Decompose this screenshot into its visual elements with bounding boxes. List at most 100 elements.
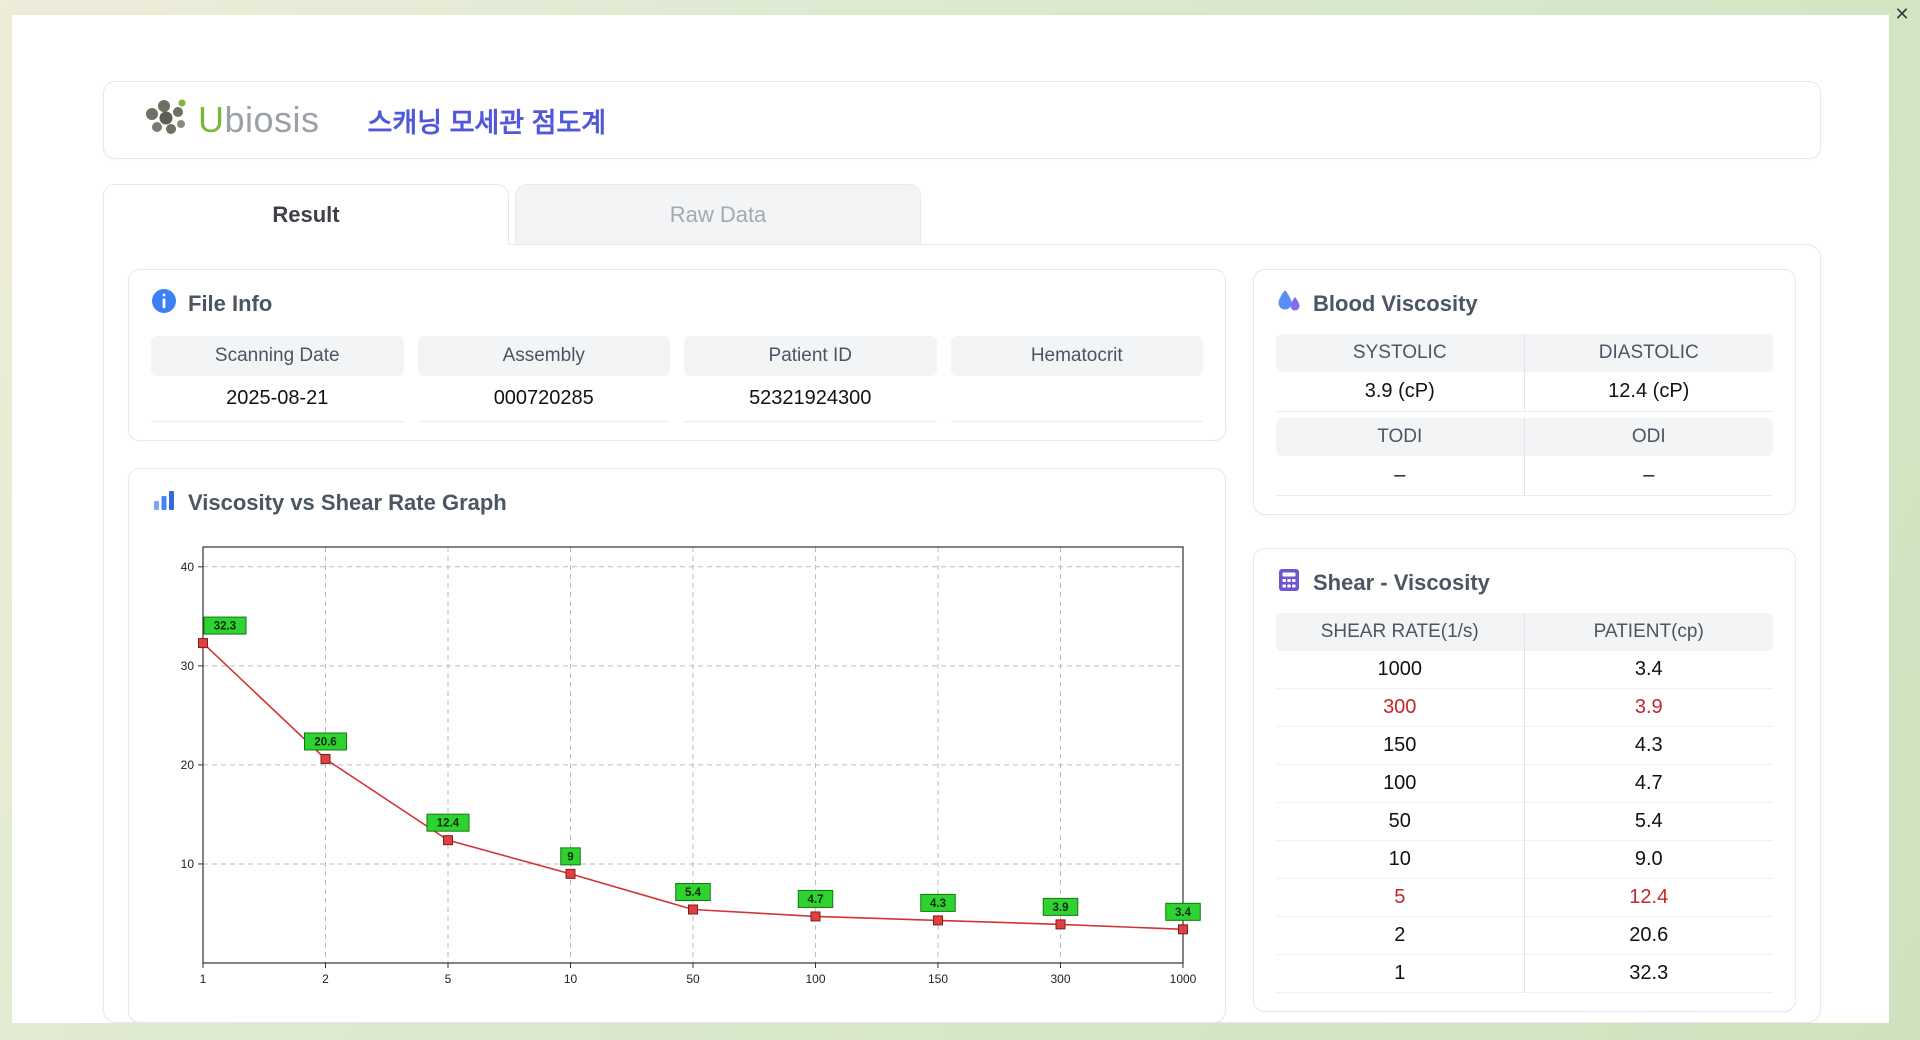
shear-viscosity-table: SHEAR RATE(1/s) PATIENT(cp) 1000 3.4 300… <box>1276 613 1773 993</box>
file-info-card: File Info Scanning Date 2025-08-21 Assem… <box>128 269 1226 441</box>
field-value: 000720285 <box>417 376 670 422</box>
svg-text:20.6: 20.6 <box>314 736 336 748</box>
svg-text:10: 10 <box>564 972 578 986</box>
todi-value: – <box>1276 456 1525 496</box>
patient-cell: 4.3 <box>1524 727 1773 765</box>
field-value <box>950 376 1203 422</box>
shear-cell: 1 <box>1276 955 1525 993</box>
table-row: 300 3.9 <box>1276 689 1773 727</box>
close-button[interactable]: ✕ <box>1891 3 1913 25</box>
field-label: Hematocrit <box>950 336 1203 376</box>
tab-raw-data[interactable]: Raw Data <box>515 184 921 245</box>
droplets-icon <box>1276 288 1302 320</box>
header-card: Ubiosis 스캐닝 모세관 점도계 <box>103 81 1821 159</box>
svg-text:3.4: 3.4 <box>1175 907 1192 919</box>
patient-cell: 9.0 <box>1524 841 1773 879</box>
patient-cell: 4.7 <box>1524 765 1773 803</box>
shear-viscosity-card: Shear - Viscosity SHEAR RATE(1/s) PATIEN… <box>1253 548 1796 1012</box>
app-window: Ubiosis 스캐닝 모세관 점도계 Result Raw Data File… <box>12 15 1889 1023</box>
patient-column-header: PATIENT(cp) <box>1593 621 1704 642</box>
table-header-row: SHEAR RATE(1/s) PATIENT(cp) <box>1276 613 1773 651</box>
svg-text:3.9: 3.9 <box>1053 902 1069 914</box>
left-column: File Info Scanning Date 2025-08-21 Assem… <box>128 269 1226 1023</box>
chart-area: 10 20 30 40 1 2 5 10 50 100 150 300 1000 32.3 20.6 12.4… <box>151 529 1203 1004</box>
shear-viscosity-title: Shear - Viscosity <box>1313 570 1490 595</box>
table-row: 10 9.0 <box>1276 841 1773 879</box>
systolic-header: SYSTOLIC <box>1276 334 1525 372</box>
systolic-value: 3.9 (cP) <box>1276 372 1525 412</box>
patient-cell: 3.9 <box>1524 689 1773 727</box>
patient-cell: 12.4 <box>1524 879 1773 917</box>
svg-text:1000: 1000 <box>1170 972 1197 986</box>
diastolic-header: DIASTOLIC <box>1598 342 1699 363</box>
svg-text:30: 30 <box>181 659 195 673</box>
shear-cell: 10 <box>1276 841 1525 879</box>
svg-text:20: 20 <box>181 758 195 772</box>
svg-text:150: 150 <box>928 972 948 986</box>
patient-cell: 5.4 <box>1524 803 1773 841</box>
field-label: Patient ID <box>684 336 937 376</box>
field-label: Scanning Date <box>151 336 404 376</box>
chart-card: Viscosity vs Shear Rate Graph 10 20 30 40 1 2… <box>128 468 1226 1023</box>
shear-cell: 5 <box>1276 879 1525 917</box>
logo-text-u: U <box>198 99 225 140</box>
table-row: 1000 3.4 <box>1276 651 1773 689</box>
shear-cell: 300 <box>1276 689 1525 727</box>
table-row: TODI ODI <box>1276 418 1773 456</box>
table-row: 1 32.3 <box>1276 955 1773 993</box>
shear-cell: 100 <box>1276 765 1525 803</box>
info-icon <box>151 288 177 320</box>
diastolic-value: 12.4 (cP) <box>1524 372 1773 412</box>
field-label: Assembly <box>417 336 670 376</box>
table-row: 5 12.4 <box>1276 879 1773 917</box>
table-row: 3.9 (cP) 12.4 (cP) <box>1276 372 1773 412</box>
right-column: Blood Viscosity SYSTOLIC DIASTOLIC 3.9 (… <box>1253 269 1796 1012</box>
svg-text:9: 9 <box>567 851 573 863</box>
chart-title: Viscosity vs Shear Rate Graph <box>188 490 507 515</box>
shear-cell: 2 <box>1276 917 1525 955</box>
table-row: 150 4.3 <box>1276 727 1773 765</box>
svg-text:32.3: 32.3 <box>214 621 236 633</box>
logo-grapes-icon <box>144 97 190 144</box>
svg-text:5: 5 <box>445 972 452 986</box>
svg-text:100: 100 <box>805 972 825 986</box>
patient-cell: 20.6 <box>1524 917 1773 955</box>
app-title: 스캐닝 모세관 점도계 <box>367 107 607 138</box>
field-assembly: Assembly 000720285 <box>417 336 670 422</box>
table-row: – – <box>1276 456 1773 496</box>
shear-rate-column-header: SHEAR RATE(1/s) <box>1276 613 1525 651</box>
shear-cell: 1000 <box>1276 651 1525 689</box>
table-row: 2 20.6 <box>1276 917 1773 955</box>
file-info-fields: Scanning Date 2025-08-21 Assembly 000720… <box>151 336 1203 422</box>
blood-viscosity-table: SYSTOLIC DIASTOLIC 3.9 (cP) 12.4 (cP) TO… <box>1276 334 1773 496</box>
shear-cell: 150 <box>1276 727 1525 765</box>
svg-text:12.4: 12.4 <box>437 818 460 830</box>
table-row: 100 4.7 <box>1276 765 1773 803</box>
svg-text:300: 300 <box>1050 972 1070 986</box>
field-hematocrit: Hematocrit <box>950 336 1203 422</box>
logo-text-rest: biosis <box>224 99 320 140</box>
calculator-icon <box>1276 567 1302 599</box>
blood-viscosity-title: Blood Viscosity <box>1313 291 1478 316</box>
svg-text:4.7: 4.7 <box>808 894 824 906</box>
file-info-title: File Info <box>188 291 273 316</box>
field-patient-id: Patient ID 52321924300 <box>684 336 937 422</box>
field-value: 52321924300 <box>684 376 937 422</box>
blood-viscosity-card: Blood Viscosity SYSTOLIC DIASTOLIC 3.9 (… <box>1253 269 1796 515</box>
todi-header: TODI <box>1276 418 1525 456</box>
viscosity-chart: 10 20 30 40 1 2 5 10 50 100 150 300 1000 32.3 20.6 12.4… <box>181 546 1201 986</box>
odi-header: ODI <box>1631 426 1666 447</box>
svg-text:50: 50 <box>686 972 700 986</box>
tab-result[interactable]: Result <box>103 184 509 245</box>
svg-text:4.3: 4.3 <box>930 898 946 910</box>
logo-text: Ubiosis <box>198 99 320 141</box>
field-scanning-date: Scanning Date 2025-08-21 <box>151 336 404 422</box>
field-value: 2025-08-21 <box>151 376 404 422</box>
odi-value: – <box>1524 456 1773 496</box>
svg-text:5.4: 5.4 <box>685 887 702 899</box>
bar-chart-icon <box>151 487 177 519</box>
patient-cell: 32.3 <box>1524 955 1773 993</box>
svg-text:1: 1 <box>200 972 207 986</box>
patient-cell: 3.4 <box>1524 651 1773 689</box>
main-card: File Info Scanning Date 2025-08-21 Assem… <box>103 244 1821 1023</box>
